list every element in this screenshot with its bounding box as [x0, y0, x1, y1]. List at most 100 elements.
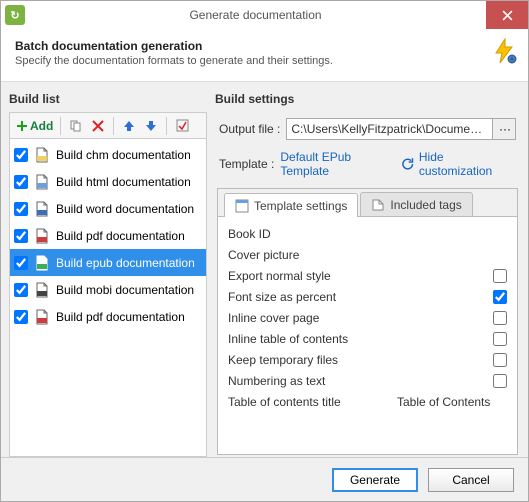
- move-down-button[interactable]: [141, 116, 161, 136]
- arrow-down-icon: [145, 120, 157, 132]
- wizard-icon: [490, 37, 518, 65]
- tab-template-settings[interactable]: Template settings: [224, 193, 358, 217]
- app-icon: ↻: [5, 5, 25, 25]
- template-label: Template :: [219, 157, 274, 171]
- template-row: Template : Default EPub Template Hide cu…: [219, 150, 516, 178]
- list-item-label: Build epub documentation: [56, 256, 195, 270]
- list-item-checkbox[interactable]: [14, 310, 28, 324]
- list-item-label: Build html documentation: [56, 175, 191, 189]
- move-up-button[interactable]: [119, 116, 139, 136]
- tab-template-settings-label: Template settings: [254, 199, 347, 213]
- build-list-label: Build list: [9, 90, 207, 108]
- setting-checkbox[interactable]: [493, 269, 507, 283]
- arrow-up-icon: [123, 120, 135, 132]
- duplicate-button[interactable]: [66, 116, 86, 136]
- build-list-panel: Build list Add: [9, 90, 207, 457]
- footer: Generate Cancel: [1, 457, 528, 501]
- tabs: Template settings Included tags: [218, 189, 517, 217]
- close-icon: [502, 10, 513, 21]
- output-file-field: ···: [286, 118, 516, 140]
- add-button[interactable]: Add: [14, 116, 55, 136]
- template-link[interactable]: Default EPub Template: [280, 150, 395, 178]
- setting-row: Numbering as text: [228, 370, 507, 391]
- output-file-row: Output file : ···: [219, 118, 516, 140]
- generate-button[interactable]: Generate: [332, 468, 418, 492]
- setting-row: Cover picture: [228, 244, 507, 265]
- list-item[interactable]: Build pdf documentation: [10, 222, 206, 249]
- setting-checkbox[interactable]: [493, 290, 507, 304]
- setting-row: Export normal style: [228, 265, 507, 286]
- setting-label: Table of contents title: [228, 395, 397, 409]
- list-item-checkbox[interactable]: [14, 175, 28, 189]
- mobi-icon: [34, 282, 50, 298]
- list-item-label: Build pdf documentation: [56, 229, 185, 243]
- setting-label: Font size as percent: [228, 290, 493, 304]
- template-settings-icon: [235, 199, 249, 213]
- setting-label: Book ID: [228, 227, 507, 241]
- setting-value[interactable]: Table of Contents: [397, 395, 507, 409]
- list-item-checkbox[interactable]: [14, 256, 28, 270]
- list-item[interactable]: Build word documentation: [10, 195, 206, 222]
- header-subtitle: Specify the documentation formats to gen…: [15, 55, 514, 67]
- hide-customization-label: Hide customization: [419, 150, 516, 178]
- cancel-button[interactable]: Cancel: [428, 468, 514, 492]
- plus-icon: [16, 120, 28, 132]
- list-item-label: Build word documentation: [56, 202, 194, 216]
- refresh-icon: [401, 157, 414, 171]
- header-title: Batch documentation generation: [15, 39, 514, 53]
- chm-icon: [34, 147, 50, 163]
- delete-icon: [92, 120, 104, 132]
- tab-included-tags-label: Included tags: [390, 198, 461, 212]
- tabs-container: Template settings Included tags Book ID C…: [217, 188, 518, 455]
- list-item-label: Build mobi documentation: [56, 283, 194, 297]
- build-list-toolbar: Add: [9, 112, 207, 138]
- word-icon: [34, 201, 50, 217]
- setting-label: Inline table of contents: [228, 332, 493, 346]
- list-item[interactable]: Build epub documentation: [10, 249, 206, 276]
- list-item[interactable]: Build mobi documentation: [10, 276, 206, 303]
- toolbar-separator: [166, 117, 167, 135]
- setting-label: Keep temporary files: [228, 353, 493, 367]
- build-list[interactable]: Build chm documentation Build html docume…: [9, 138, 207, 457]
- window-title: Generate documentation: [25, 8, 486, 22]
- list-item-label: Build pdf documentation: [56, 310, 185, 324]
- output-file-input[interactable]: [286, 118, 492, 140]
- list-item-checkbox[interactable]: [14, 283, 28, 297]
- setting-checkbox[interactable]: [493, 374, 507, 388]
- titlebar: ↻ Generate documentation: [1, 1, 528, 29]
- pdf-icon: [34, 228, 50, 244]
- duplicate-icon: [69, 119, 83, 133]
- check-all-button[interactable]: [172, 116, 192, 136]
- setting-checkbox[interactable]: [493, 332, 507, 346]
- hide-customization-link[interactable]: Hide customization: [401, 150, 516, 178]
- epub-icon: [34, 255, 50, 271]
- list-item[interactable]: Build pdf documentation: [10, 303, 206, 330]
- toolbar-separator: [60, 117, 61, 135]
- output-file-label: Output file :: [219, 122, 280, 136]
- body: Build list Add: [1, 82, 528, 457]
- window: ↻ Generate documentation Batch documenta…: [0, 0, 529, 502]
- list-item[interactable]: Build chm documentation: [10, 141, 206, 168]
- list-item-label: Build chm documentation: [56, 148, 191, 162]
- delete-button[interactable]: [88, 116, 108, 136]
- pdf-icon: [34, 309, 50, 325]
- list-item-checkbox[interactable]: [14, 229, 28, 243]
- setting-label: Inline cover page: [228, 311, 493, 325]
- add-button-label: Add: [30, 119, 53, 133]
- tab-included-tags[interactable]: Included tags: [360, 192, 472, 216]
- list-item-checkbox[interactable]: [14, 148, 28, 162]
- header-panel: Batch documentation generation Specify t…: [1, 29, 528, 82]
- setting-checkbox[interactable]: [493, 311, 507, 325]
- setting-row: Keep temporary files: [228, 349, 507, 370]
- close-button[interactable]: [486, 1, 528, 29]
- setting-row: Font size as percent: [228, 286, 507, 307]
- browse-button[interactable]: ···: [492, 118, 516, 140]
- setting-checkbox[interactable]: [493, 353, 507, 367]
- list-item[interactable]: Build html documentation: [10, 168, 206, 195]
- setting-label: Cover picture: [228, 248, 507, 262]
- included-tags-icon: [371, 198, 385, 212]
- setting-label: Numbering as text: [228, 374, 493, 388]
- list-item-checkbox[interactable]: [14, 202, 28, 216]
- settings-body: Book ID Cover picture Export normal style F…: [218, 217, 517, 454]
- setting-label: Export normal style: [228, 269, 493, 283]
